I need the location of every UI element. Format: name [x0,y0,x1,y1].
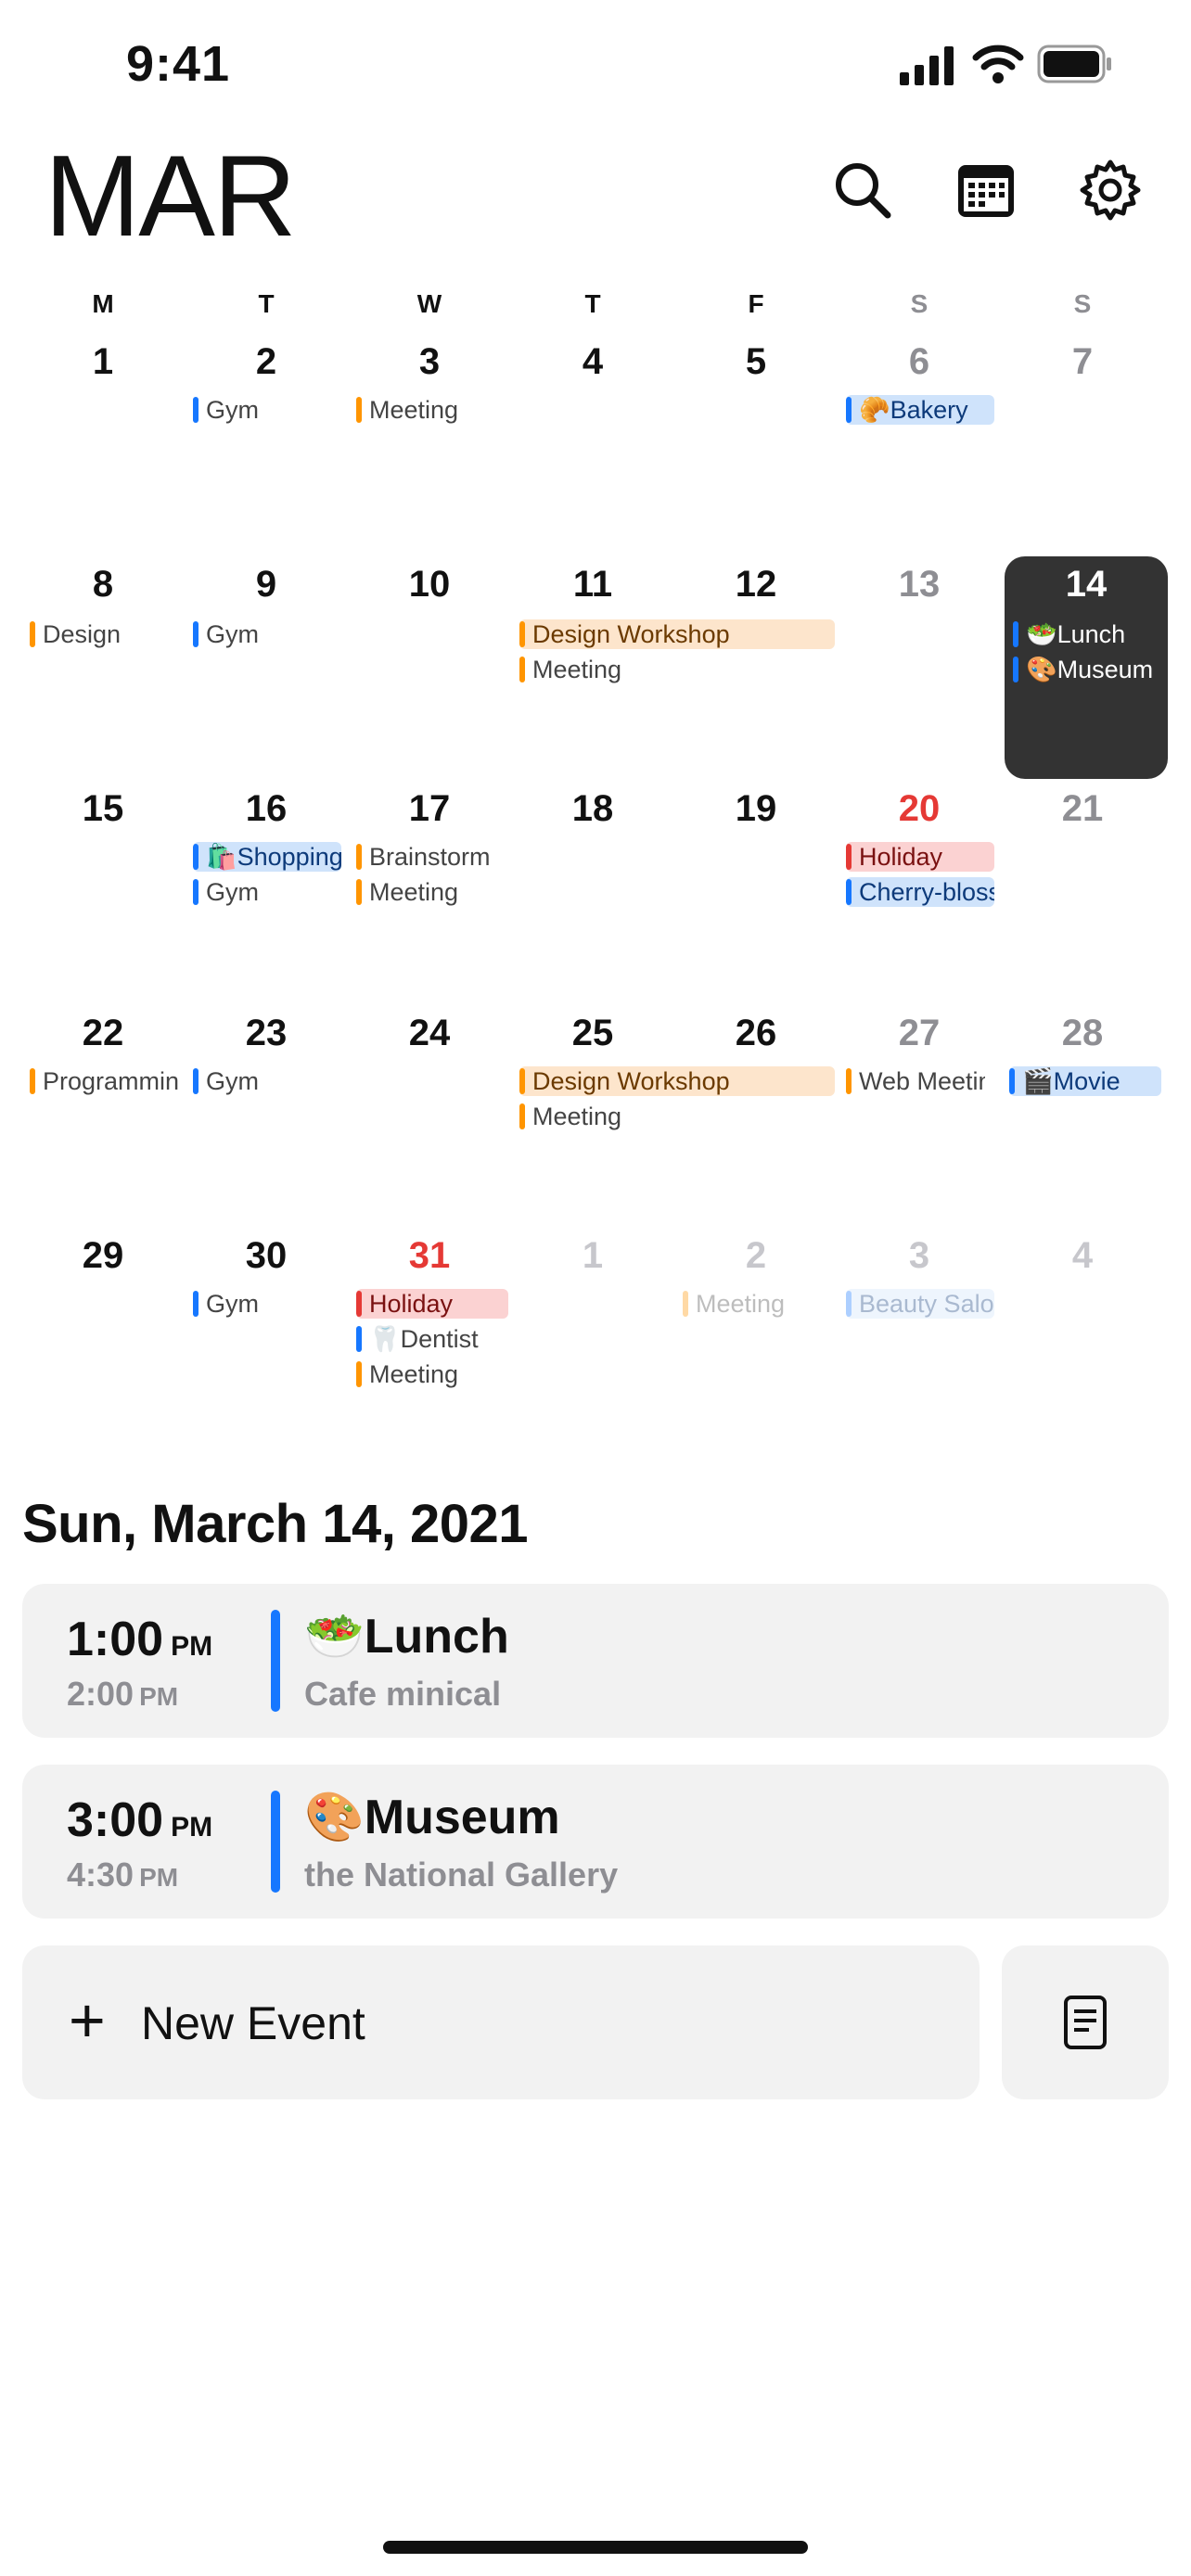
event-chip[interactable]: Gym [193,1066,341,1096]
battery-icon [1037,45,1111,83]
weekday-tue: T [258,289,275,318]
event-chip[interactable]: 🥗Lunch [1013,619,1158,649]
day-cell[interactable]: 1 [21,341,185,383]
agenda-item[interactable]: 3:00 PM 4:30 PM 🎨Museum the National Galle… [22,1765,1169,1919]
event-chip[interactable]: Holiday [356,1289,508,1319]
day-cell[interactable]: 28 [1001,1013,1164,1054]
weekday-sat: S [910,289,928,318]
event-chip[interactable]: Cherry-blossom [846,877,994,907]
day-cell[interactable]: 16 [185,788,348,830]
event-chip[interactable]: 🦷Dentist [356,1324,508,1354]
day-cell[interactable]: 15 [21,788,185,830]
home-indicator[interactable] [383,2541,808,2554]
weekday-mon: M [92,289,114,318]
search-icon[interactable] [826,153,900,227]
end-time: 4:30 PM [67,1855,179,1894]
calendar-icon[interactable] [949,153,1023,227]
event-chip[interactable]: Meeting [519,655,668,684]
event-chip[interactable]: Meeting [356,395,505,425]
day-cell-next-month[interactable]: 2 [674,1235,838,1277]
day-cell[interactable]: 18 [511,788,674,830]
day-cell[interactable]: 27 [838,1013,1001,1054]
event-chip[interactable]: Gym [193,395,341,425]
day-cell[interactable]: 7 [1001,341,1164,383]
event-chip[interactable]: Meeting [356,877,505,907]
event-chip-multiday[interactable]: Design Workshop [519,1066,835,1096]
event-chip[interactable]: Gym [193,619,341,649]
event-chip[interactable]: Meeting [356,1359,508,1389]
day-cell[interactable]: 9 [185,564,348,606]
agenda-item[interactable]: 1:00 PM 2:00 PM 🥗Lunch Cafe minical [22,1584,1169,1738]
gear-icon[interactable] [1073,153,1147,227]
event-chip[interactable]: Web Meeting [846,1066,985,1096]
event-chip[interactable]: Gym [193,877,341,907]
weekday-thu: T [584,289,601,318]
event-location: the National Gallery [304,1855,619,1894]
event-chip[interactable]: 🥐Bakery [846,395,994,425]
day-cell[interactable]: 19 [674,788,838,830]
day-cell[interactable]: 17 [348,788,511,830]
day-cell[interactable]: 13 [838,564,1001,606]
day-cell[interactable]: 24 [348,1013,511,1054]
day-cell-next-month[interactable]: 1 [511,1235,674,1277]
day-cell[interactable]: 3 [348,341,511,383]
day-cell[interactable]: 10 [348,564,511,606]
day-cell[interactable]: 30 [185,1235,348,1277]
weekday-fri: F [748,289,764,318]
day-cell[interactable]: 29 [21,1235,185,1277]
event-color-bar [271,1791,280,1893]
day-cell[interactable]: 5 [674,341,838,383]
event-chip[interactable]: Holiday [846,842,994,872]
event-chip[interactable]: 🎬Movie [1009,1066,1161,1096]
event-chip-multiday[interactable]: Design Workshop [519,619,835,649]
day-cell[interactable]: 8 [21,564,185,606]
new-event-button[interactable]: + New Event [22,1945,980,2099]
weekday-sun: S [1073,289,1092,318]
day-cell-selected[interactable]: 14 [1005,564,1168,606]
day-cell-next-month[interactable]: 3 [838,1235,1001,1277]
plus-icon: + [69,1985,106,2056]
event-chip[interactable]: Beauty Salon [846,1289,994,1319]
day-cell[interactable]: 25 [511,1013,674,1054]
note-icon [1064,1996,1107,2049]
event-chip[interactable]: Meeting [683,1289,831,1319]
event-chip[interactable]: 🎨Museum [1013,655,1158,684]
weekday-wed: W [416,289,442,318]
start-time: 3:00 PM [67,1793,213,1847]
start-time: 1:00 PM [67,1613,213,1666]
end-time: 2:00 PM [67,1675,179,1713]
event-chip[interactable]: Meeting [519,1102,668,1131]
day-cell[interactable]: 2 [185,341,348,383]
day-cell-holiday[interactable]: 20 [838,788,1001,830]
day-cell[interactable]: 21 [1001,788,1164,830]
day-cell[interactable]: 22 [21,1013,185,1054]
selected-date-heading: Sun, March 14, 2021 [22,1494,528,1554]
day-cell[interactable]: 11 [511,564,674,606]
event-chip[interactable]: Gym [193,1289,341,1319]
event-title: 🎨Museum [304,1791,560,1844]
day-cell-holiday[interactable]: 31 [348,1235,511,1277]
day-cell-next-month[interactable]: 4 [1001,1235,1164,1277]
day-cell[interactable]: 4 [511,341,674,383]
event-chip[interactable]: 🛍️Shopping [193,842,341,872]
notes-button[interactable] [1002,1945,1169,2099]
day-cell[interactable]: 23 [185,1013,348,1054]
event-chip[interactable]: Brainstorm [356,842,505,872]
status-time: 9:41 [126,36,231,92]
day-cell[interactable]: 6 [838,341,1001,383]
month-title: MAR [45,133,297,261]
day-cell[interactable]: 12 [674,564,838,606]
signal-icon [900,46,954,85]
event-color-bar [271,1610,280,1712]
new-event-label: New Event [141,1997,365,2049]
event-chip[interactable]: Design [30,619,178,649]
event-chip[interactable]: Programming [30,1066,178,1096]
event-title: 🥗Lunch [304,1610,509,1664]
status-bar: 9:41 [0,0,1191,139]
day-cell[interactable]: 26 [674,1013,838,1054]
event-location: Cafe minical [304,1675,502,1713]
wifi-icon [972,45,1024,83]
